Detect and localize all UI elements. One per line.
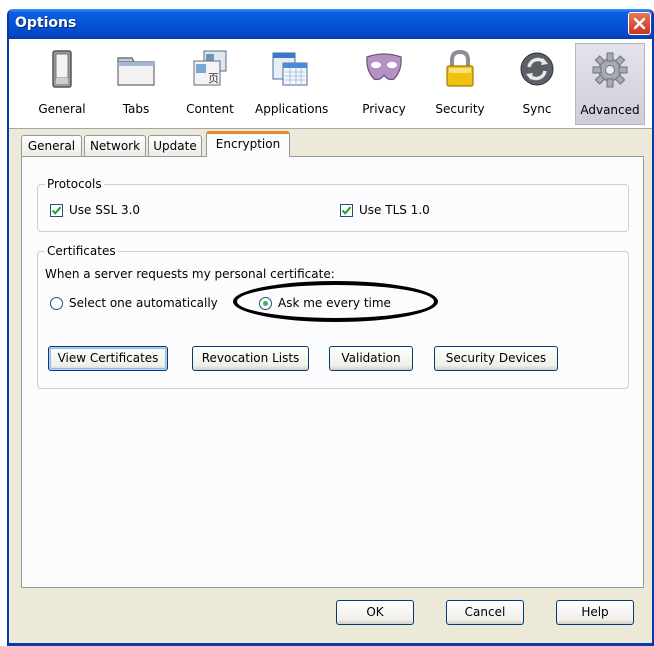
pane-label: Privacy <box>362 102 406 116</box>
view-certificates-button[interactable]: View Certificates <box>48 346 168 371</box>
certificates-group: Certificates When a server requests my p… <box>37 244 629 389</box>
privacy-mask-icon <box>366 53 402 81</box>
pane-label: Sync <box>522 102 552 116</box>
pane-label: Applications <box>255 102 329 116</box>
pane-content[interactable]: 页 Content <box>175 43 245 125</box>
sync-icon <box>520 52 554 86</box>
protocols-group: Protocols Use SSL 3.0 Use TLS 1.0 <box>37 177 629 232</box>
pane-tabs[interactable]: Tabs <box>101 43 171 125</box>
pane-security[interactable]: Security <box>425 43 495 125</box>
select-automatically-radio[interactable] <box>50 297 63 310</box>
cancel-button[interactable]: Cancel <box>446 600 524 625</box>
pane-label: Security <box>435 102 485 116</box>
ask-every-time-radio[interactable] <box>259 297 272 310</box>
options-window: Options General Tabs 页 Content Applicati… <box>7 9 654 646</box>
ask-every-time-label[interactable]: Ask me every time <box>278 296 391 310</box>
pane-label: Content <box>186 102 234 116</box>
encryption-panel: Protocols Use SSL 3.0 Use TLS 1.0 Certif… <box>21 156 644 588</box>
protocols-legend: Protocols <box>45 177 104 191</box>
checkmark-icon <box>341 206 352 215</box>
tab-update[interactable]: Update <box>148 135 202 157</box>
pane-label: Tabs <box>122 102 150 116</box>
certificates-legend: Certificates <box>45 244 118 258</box>
close-button[interactable] <box>628 12 651 35</box>
pane-advanced[interactable]: Advanced <box>575 43 645 125</box>
pane-general[interactable]: General <box>27 43 97 125</box>
pane-label: Advanced <box>580 103 640 117</box>
tabs-icon <box>117 57 155 86</box>
pane-privacy[interactable]: Privacy <box>349 43 419 125</box>
svg-text:页: 页 <box>208 72 219 85</box>
pane-sync[interactable]: Sync <box>502 43 572 125</box>
tab-network[interactable]: Network <box>84 135 146 157</box>
help-button[interactable]: Help <box>556 600 634 625</box>
title-bar[interactable]: Options <box>9 9 652 39</box>
radio-selected-dot <box>263 301 268 306</box>
advanced-tab-strip: General Network Update Encryption <box>21 131 641 157</box>
ok-button[interactable]: OK <box>336 600 414 625</box>
content-icon: 页 <box>193 50 227 86</box>
checkmark-icon <box>51 206 62 215</box>
applications-icon <box>272 52 308 86</box>
revocation-lists-button[interactable]: Revocation Lists <box>192 346 309 371</box>
tls-checkbox[interactable] <box>340 204 353 217</box>
close-icon <box>633 17 646 30</box>
certificate-prompt: When a server requests my personal certi… <box>45 267 335 281</box>
gear-icon <box>592 52 628 88</box>
window-title: Options <box>15 15 77 31</box>
validation-button[interactable]: Validation <box>329 346 413 371</box>
ssl-label[interactable]: Use SSL 3.0 <box>69 203 140 217</box>
select-automatically-label[interactable]: Select one automatically <box>69 296 218 310</box>
general-switch-icon <box>52 50 72 88</box>
pane-label: General <box>38 102 86 116</box>
tls-label[interactable]: Use TLS 1.0 <box>359 203 430 217</box>
tab-encryption[interactable]: Encryption <box>206 131 290 157</box>
pane-applications[interactable]: Applications <box>255 43 329 125</box>
lock-icon <box>446 49 474 87</box>
tab-general[interactable]: General <box>21 135 82 157</box>
pane-toolbar: General Tabs 页 Content Applications Priv… <box>9 39 652 129</box>
ssl-checkbox[interactable] <box>50 204 63 217</box>
security-devices-button[interactable]: Security Devices <box>434 346 558 371</box>
